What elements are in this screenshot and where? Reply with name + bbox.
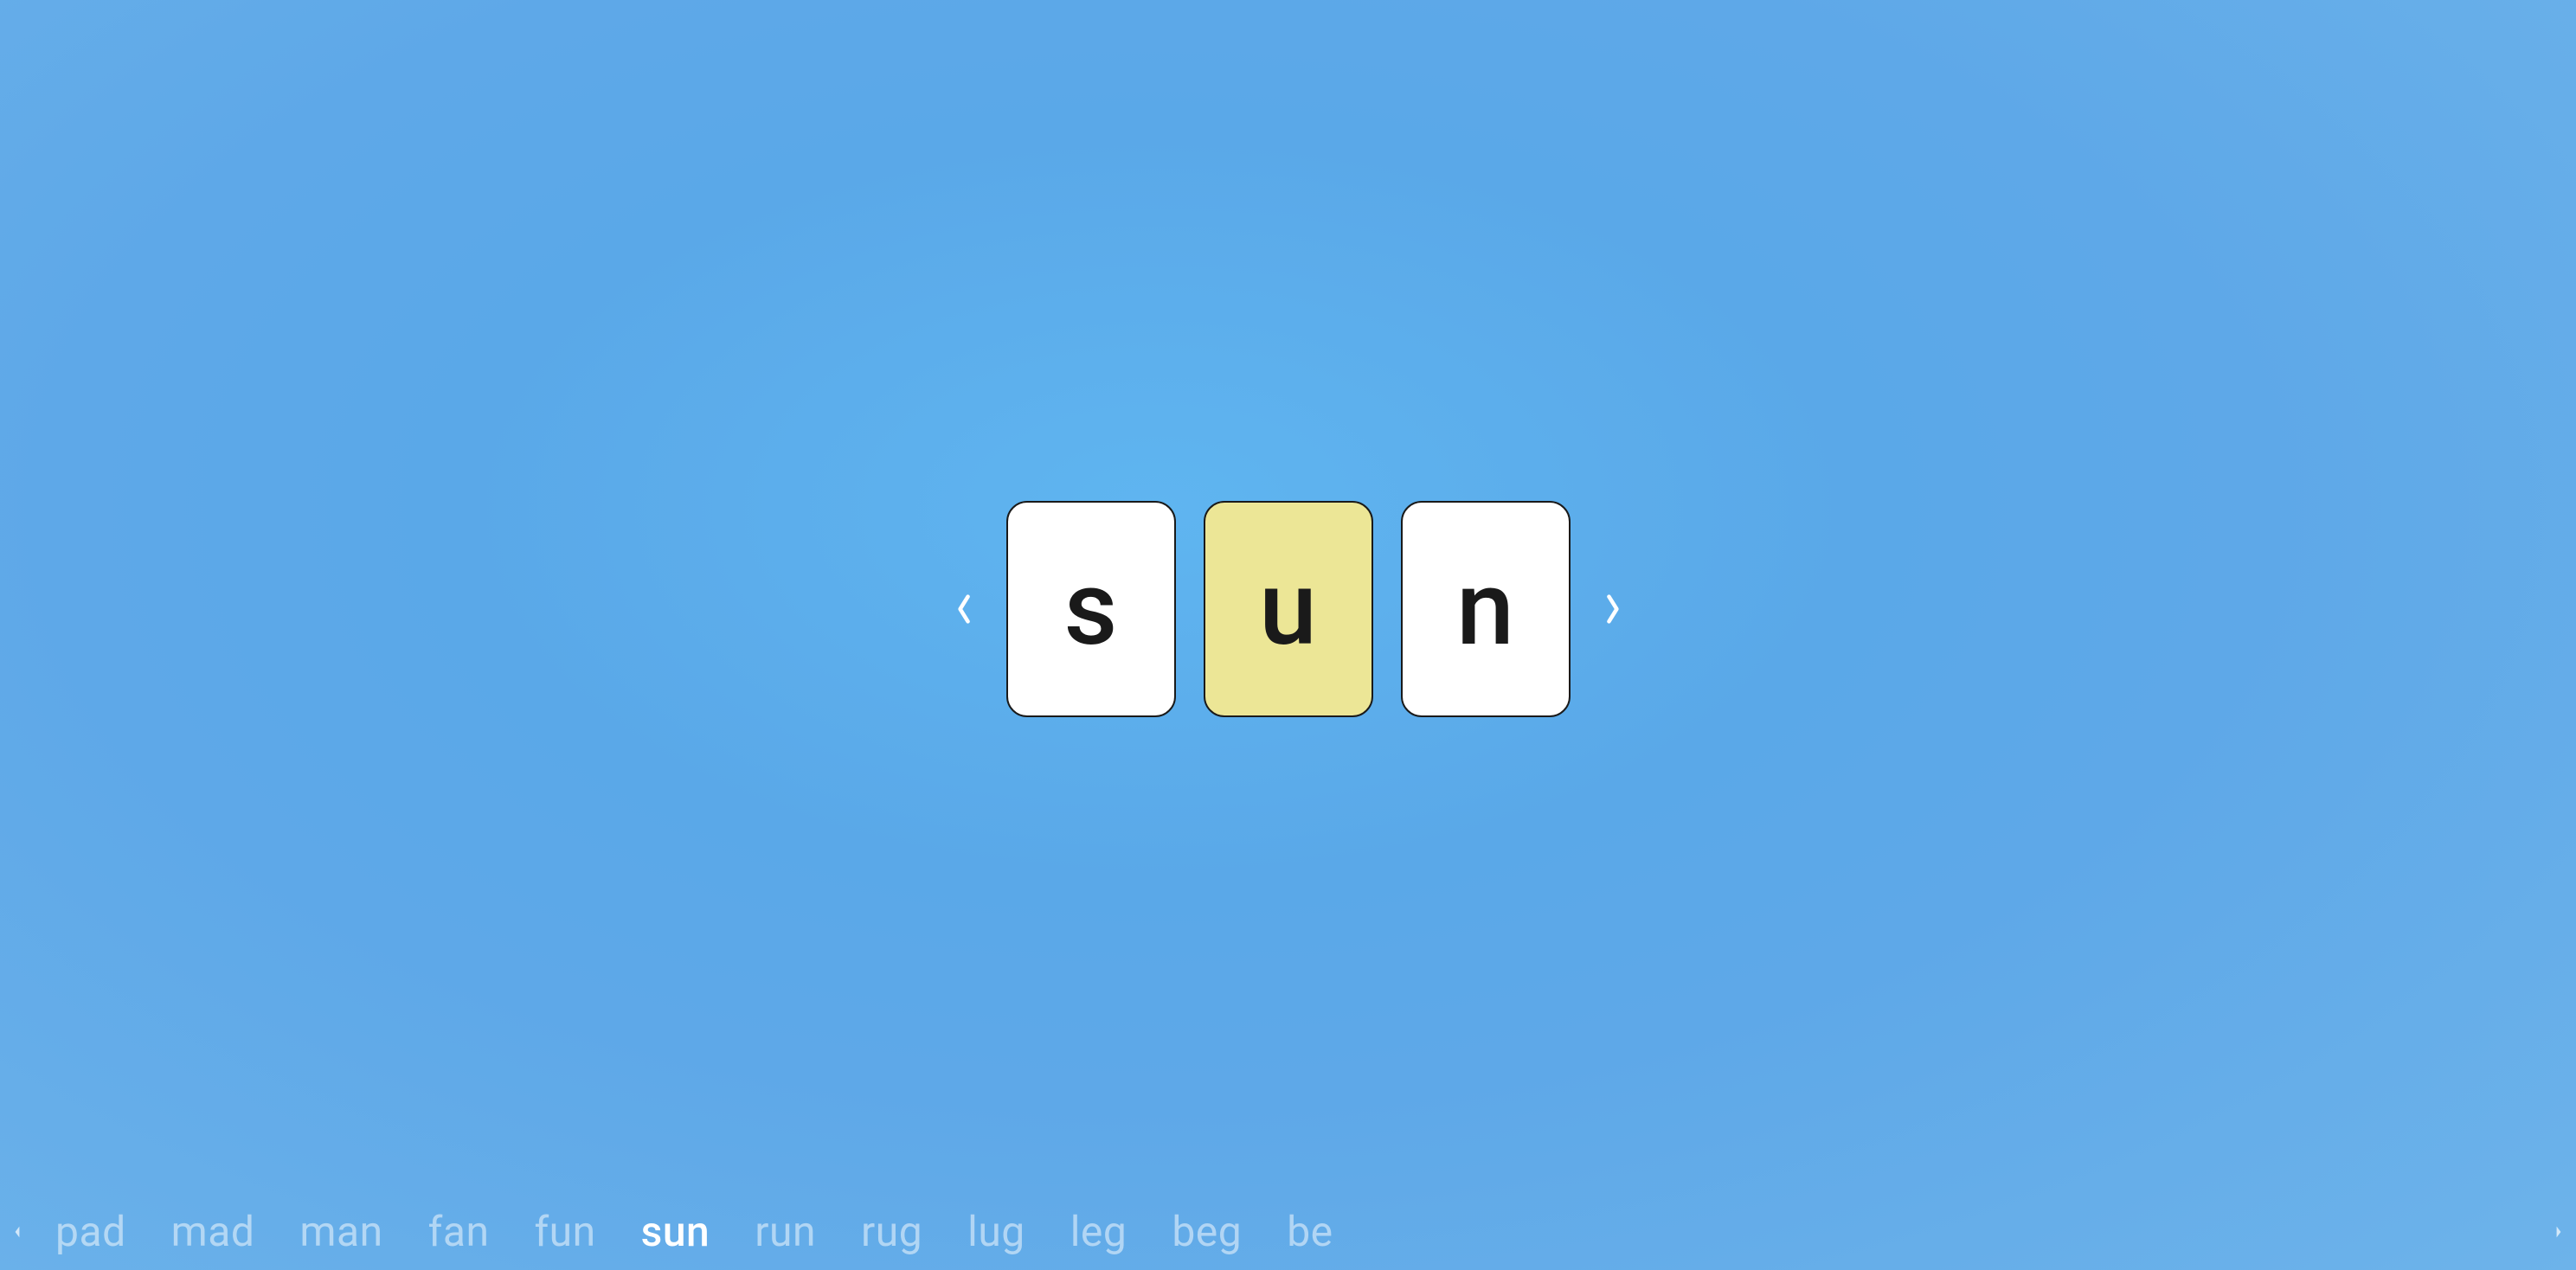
chevron-right-icon bbox=[1603, 593, 1622, 625]
letter-cards-container: s u n bbox=[1006, 501, 1571, 717]
next-word-button[interactable] bbox=[1595, 583, 1629, 635]
triangle-right-icon bbox=[2554, 1225, 2563, 1239]
letter-card-2[interactable]: n bbox=[1401, 501, 1571, 717]
strip-prev-button[interactable] bbox=[5, 1215, 29, 1249]
strip-next-button[interactable] bbox=[2547, 1215, 2571, 1249]
word-item[interactable]: fun bbox=[534, 1207, 595, 1256]
prev-word-button[interactable] bbox=[948, 583, 982, 635]
letter-card-0[interactable]: s bbox=[1006, 501, 1176, 717]
word-item[interactable]: fan bbox=[428, 1207, 490, 1256]
word-list: pad mad man fan fun sun run rug lug leg … bbox=[29, 1207, 2547, 1256]
word-item[interactable]: rug bbox=[861, 1207, 922, 1256]
word-item[interactable]: pad bbox=[55, 1207, 126, 1256]
word-item[interactable]: be bbox=[1287, 1207, 1333, 1256]
word-strip: pad mad man fan fun sun run rug lug leg … bbox=[0, 1207, 2576, 1256]
triangle-left-icon bbox=[13, 1225, 22, 1239]
word-item[interactable]: man bbox=[299, 1207, 382, 1256]
word-item[interactable]: mad bbox=[171, 1207, 255, 1256]
chevron-left-icon bbox=[955, 593, 974, 625]
word-item[interactable]: leg bbox=[1070, 1207, 1127, 1256]
word-item[interactable]: run bbox=[755, 1207, 816, 1256]
word-item[interactable]: lug bbox=[967, 1207, 1025, 1256]
card-row: s u n bbox=[948, 501, 1629, 717]
main-card-area: s u n bbox=[0, 0, 2576, 1270]
word-item[interactable]: beg bbox=[1172, 1207, 1242, 1256]
word-item-active[interactable]: sun bbox=[641, 1207, 710, 1256]
letter-card-1[interactable]: u bbox=[1204, 501, 1373, 717]
